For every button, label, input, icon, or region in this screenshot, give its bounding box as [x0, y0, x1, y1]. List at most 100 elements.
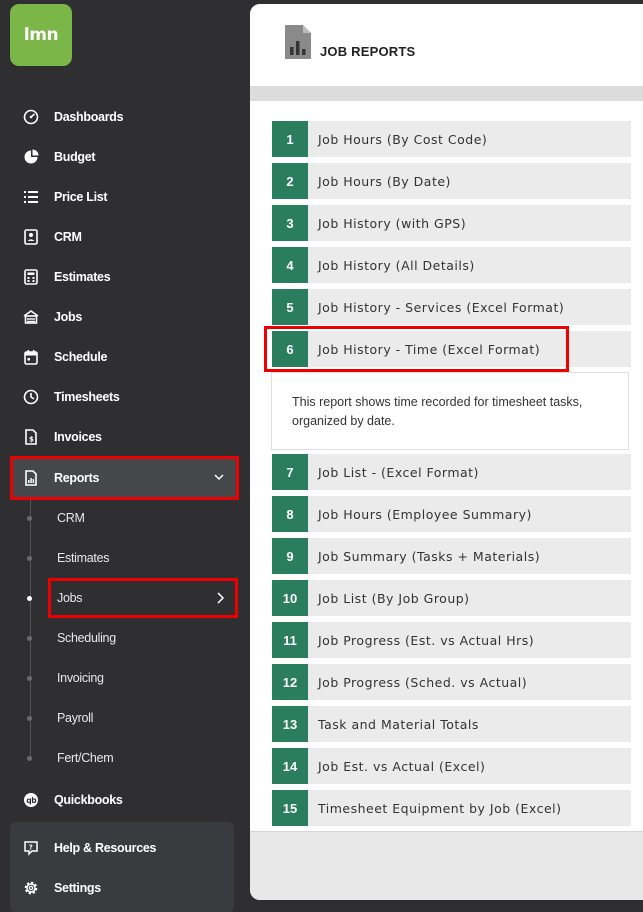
- submenu-item-fert-chem[interactable]: Fert/Chem: [48, 740, 238, 776]
- report-row-9[interactable]: 9 Job Summary (Tasks + Materials): [272, 538, 631, 574]
- calendar-icon: [20, 346, 42, 368]
- sidebar-item-reports[interactable]: Reports: [10, 456, 239, 500]
- report-title: Job History - Services (Excel Format): [318, 299, 565, 315]
- sidebar-item-quickbooks[interactable]: qb Quickbooks: [10, 781, 238, 819]
- quickbooks-icon: qb: [20, 789, 42, 811]
- submenu-dot: [27, 676, 32, 681]
- report-number-badge: 8: [272, 496, 308, 532]
- report-row-7[interactable]: 7 Job List - (Excel Format): [272, 454, 631, 490]
- sidebar-item-budget[interactable]: Budget: [10, 138, 238, 176]
- sidebar-item-label: Quickbooks: [54, 793, 123, 807]
- lmn-logo[interactable]: lmn: [10, 4, 72, 66]
- sidebar-item-schedule[interactable]: Schedule: [10, 338, 238, 376]
- submenu-dot: [27, 556, 32, 561]
- sidebar-item-label: Budget: [54, 150, 96, 164]
- calculator-icon: [20, 266, 42, 288]
- sidebar-item-dashboards[interactable]: Dashboards: [10, 98, 238, 136]
- report-description: This report shows time recorded for time…: [271, 372, 629, 450]
- list-icon: [20, 186, 42, 208]
- sidebar-item-label: Reports: [54, 471, 100, 485]
- jobs-icon: [20, 306, 42, 328]
- report-row-4[interactable]: 4 Job History (All Details): [272, 247, 631, 283]
- sidebar-item-estimates[interactable]: Estimates: [10, 258, 238, 296]
- clock-icon: [20, 386, 42, 408]
- gear-icon: [20, 877, 42, 899]
- submenu-item-payroll[interactable]: Payroll: [48, 700, 238, 736]
- page-title: JOB REPORTS: [320, 44, 416, 59]
- report-row-13[interactable]: 13 Task and Material Totals: [272, 706, 631, 742]
- page-footer: [250, 831, 643, 900]
- submenu-dot: [27, 636, 32, 641]
- report-row-14[interactable]: 14 Job Est. vs Actual (Excel): [272, 748, 631, 784]
- report-title: Job Progress (Sched. vs Actual): [318, 674, 528, 690]
- sidebar-item-label: Settings: [54, 881, 101, 895]
- help-icon: ?: [20, 837, 42, 859]
- sidebar-item-timesheets[interactable]: Timesheets: [10, 378, 238, 416]
- sidebar-item-jobs[interactable]: Jobs: [10, 298, 238, 336]
- sidebar-item-label: Dashboards: [54, 110, 124, 124]
- sidebar-item-label: Jobs: [54, 310, 82, 324]
- main-panel: JOB REPORTS 1 Job Hours (By Cost Code) 2 Jo…: [250, 4, 643, 900]
- sidebar-item-help[interactable]: ? Help & Resources: [10, 829, 238, 867]
- report-title: Job Hours (Employee Summary): [318, 506, 532, 522]
- header-divider: [250, 86, 643, 101]
- submenu-item-crm[interactable]: CRM: [48, 500, 238, 536]
- sidebar-item-settings[interactable]: Settings: [10, 869, 238, 907]
- report-number-badge: 13: [272, 706, 308, 742]
- report-row-1[interactable]: 1 Job Hours (By Cost Code): [272, 121, 631, 157]
- report-icon: [20, 467, 42, 489]
- report-title: Job Est. vs Actual (Excel): [318, 758, 486, 774]
- sidebar-item-label: Estimates: [54, 270, 111, 284]
- submenu-line: [30, 500, 31, 760]
- submenu-dot-active: [27, 596, 32, 601]
- pie-chart-icon: [20, 146, 42, 168]
- report-title: Job Hours (By Cost Code): [318, 131, 488, 147]
- invoice-icon: $: [20, 426, 42, 448]
- sidebar-item-price-list[interactable]: Price List: [10, 178, 238, 216]
- report-row-8[interactable]: 8 Job Hours (Employee Summary): [272, 496, 631, 532]
- submenu-dot: [27, 756, 32, 761]
- report-number-badge: 5: [272, 289, 308, 325]
- sidebar-item-invoices[interactable]: $ Invoices: [10, 418, 238, 456]
- svg-text:qb: qb: [26, 796, 37, 805]
- report-row-5[interactable]: 5 Job History - Services (Excel Format): [272, 289, 631, 325]
- report-row-3[interactable]: 3 Job History (with GPS): [272, 205, 631, 241]
- report-row-10[interactable]: 10 Job List (By Job Group): [272, 580, 631, 616]
- report-row-15[interactable]: 15 Timesheet Equipment by Job (Excel): [272, 790, 631, 826]
- report-title: Job List (By Job Group): [318, 590, 470, 606]
- report-row-11[interactable]: 11 Job Progress (Est. vs Actual Hrs): [272, 622, 631, 658]
- report-title: Job History (with GPS): [318, 215, 467, 231]
- sidebar-item-label: Invoices: [54, 430, 102, 444]
- report-number-badge: 4: [272, 247, 308, 283]
- sidebar-item-label: Price List: [54, 190, 108, 204]
- submenu-item-scheduling[interactable]: Scheduling: [48, 620, 238, 656]
- page-header: JOB REPORTS: [250, 4, 643, 86]
- report-title: Task and Material Totals: [318, 716, 479, 732]
- sidebar: lmn Dashboards Budget Price List CRM Est…: [0, 0, 250, 912]
- report-row-2[interactable]: 2 Job Hours (By Date): [272, 163, 631, 199]
- submenu-item-invoicing[interactable]: Invoicing: [48, 660, 238, 696]
- svg-text:$: $: [29, 436, 34, 444]
- chevron-down-icon: [214, 474, 224, 481]
- report-number-badge: 7: [272, 454, 308, 490]
- submenu-item-estimates[interactable]: Estimates: [48, 540, 238, 576]
- report-title: Timesheet Equipment by Job (Excel): [318, 800, 562, 816]
- sidebar-item-label: Schedule: [54, 350, 108, 364]
- submenu-dot: [27, 516, 32, 521]
- report-number-badge: 9: [272, 538, 308, 574]
- report-title: Job Hours (By Date): [318, 173, 451, 189]
- sidebar-item-crm[interactable]: CRM: [10, 218, 238, 256]
- submenu-item-jobs[interactable]: Jobs: [48, 578, 238, 618]
- contact-card-icon: [20, 226, 42, 248]
- highlight-box: [264, 326, 569, 372]
- report-row-12[interactable]: 12 Job Progress (Sched. vs Actual): [272, 664, 631, 700]
- report-title: Job Progress (Est. vs Actual Hrs): [318, 632, 535, 648]
- sidebar-item-label: CRM: [54, 230, 82, 244]
- dashboard-icon: [20, 106, 42, 128]
- report-number-badge: 2: [272, 163, 308, 199]
- report-number-badge: 1: [272, 121, 308, 157]
- report-number-badge: 12: [272, 664, 308, 700]
- report-title: Job List - (Excel Format): [318, 464, 479, 480]
- chevron-right-icon: [217, 592, 225, 604]
- report-number-badge: 10: [272, 580, 308, 616]
